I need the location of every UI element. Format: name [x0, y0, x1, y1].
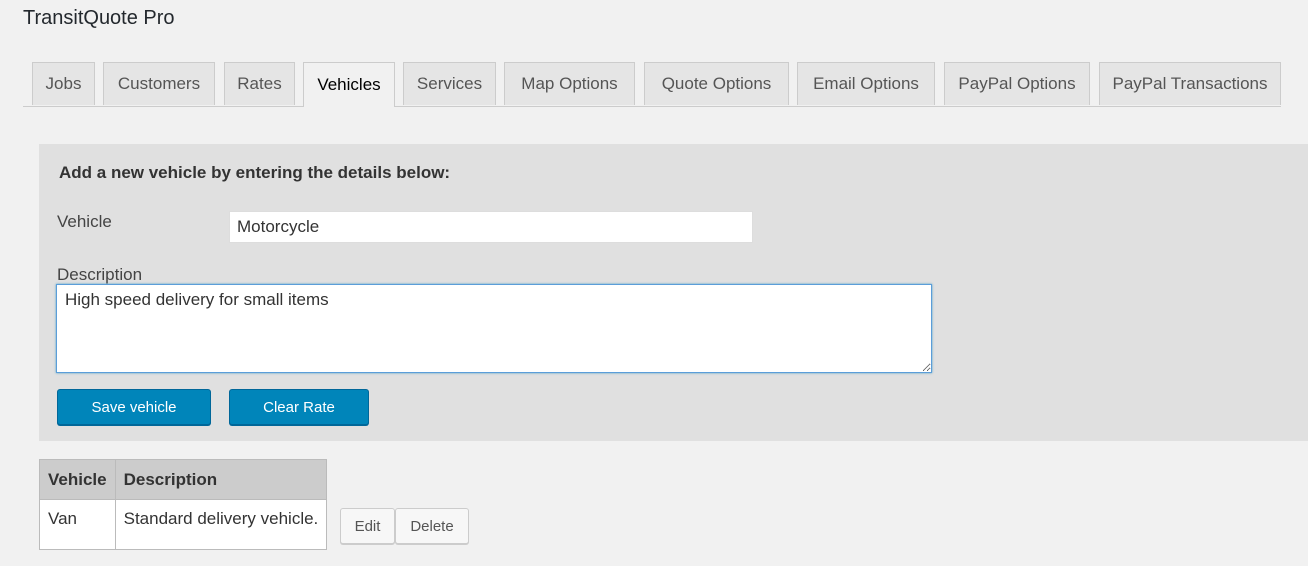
tab-email-options[interactable]: Email Options — [797, 62, 935, 105]
delete-button[interactable]: Delete — [395, 508, 469, 544]
vehicles-table: Vehicle Description Van Standard deliver… — [39, 459, 328, 550]
tab-bar: Jobs Customers Rates Vehicles Services M… — [23, 62, 1281, 107]
cell-description: Standard delivery vehicle. — [114, 499, 328, 550]
save-vehicle-button[interactable]: Save vehicle — [57, 389, 211, 425]
tab-customers[interactable]: Customers — [103, 62, 215, 105]
table-header-row: Vehicle Description — [39, 459, 328, 500]
tab-paypal-options[interactable]: PayPal Options — [944, 62, 1090, 105]
tab-vehicles[interactable]: Vehicles — [303, 62, 395, 107]
edit-button[interactable]: Edit — [340, 508, 395, 544]
tab-map-options[interactable]: Map Options — [504, 62, 635, 105]
tab-rates[interactable]: Rates — [224, 62, 295, 105]
tab-quote-options[interactable]: Quote Options — [644, 62, 789, 105]
vehicle-input[interactable] — [229, 211, 753, 243]
tab-paypal-transactions[interactable]: PayPal Transactions — [1099, 62, 1281, 105]
panel-heading: Add a new vehicle by entering the detail… — [59, 163, 451, 182]
column-header-description: Description — [114, 459, 328, 500]
cell-vehicle: Van — [39, 499, 116, 550]
clear-rate-button[interactable]: Clear Rate — [229, 389, 369, 425]
tab-jobs[interactable]: Jobs — [32, 62, 95, 105]
add-vehicle-panel: Add a new vehicle by entering the detail… — [39, 144, 1308, 441]
vehicle-label: Vehicle — [57, 212, 112, 231]
app-title: TransitQuote Pro — [23, 7, 175, 29]
table-row: Van Standard delivery vehicle. — [39, 499, 328, 550]
description-textarea[interactable]: High speed delivery for small items — [56, 284, 932, 373]
tab-services[interactable]: Services — [403, 62, 496, 105]
column-header-vehicle: Vehicle — [39, 459, 116, 500]
description-label: Description — [57, 265, 143, 284]
